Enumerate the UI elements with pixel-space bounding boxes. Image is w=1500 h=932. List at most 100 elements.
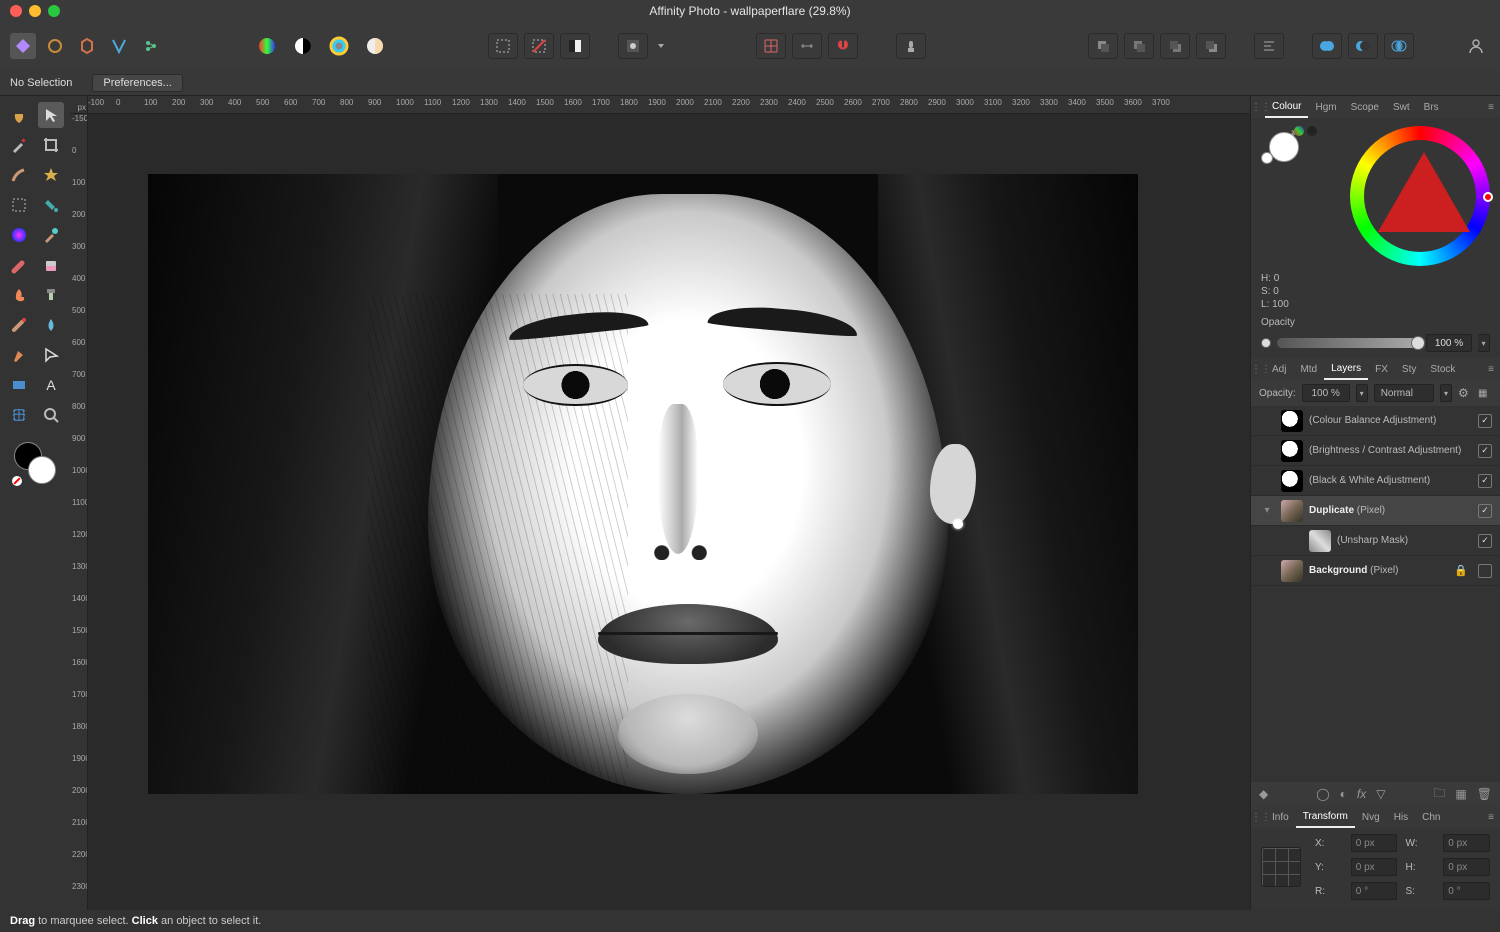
snapping-icon[interactable] [828,33,858,59]
panel-menu-icon[interactable]: ≡ [1482,364,1500,375]
tab-info[interactable]: Info [1265,806,1296,828]
text-tool[interactable]: A [38,372,64,398]
picker-chip2-icon[interactable] [1307,126,1317,136]
layer-blend-ranges-icon[interactable]: ◆ [1259,787,1268,801]
alignment-icon[interactable] [1254,33,1284,59]
assistant-icon[interactable] [896,33,926,59]
delete-layer-icon[interactable]: 🗑 [1477,787,1492,801]
mesh-warp-tool[interactable] [6,402,32,428]
deselect-icon[interactable] [524,33,554,59]
layer-row[interactable]: (Colour Balance Adjustment)✓ [1251,406,1500,436]
add-pixel-layer-icon[interactable]: ▦ [1455,787,1466,801]
pixel-brush-tool[interactable] [6,252,32,278]
layers-settings-icon[interactable]: ⚙ [1458,386,1472,400]
node-tool[interactable] [38,342,64,368]
pin-icon[interactable]: ⋮⋮ [1251,812,1265,823]
tab-adjustments[interactable]: Adj [1265,358,1293,380]
add-shapes-icon[interactable] [1312,33,1342,59]
transform-s-field[interactable]: 0 ° [1443,882,1490,900]
flood-fill-tool[interactable] [38,192,64,218]
subtract-shapes-icon[interactable] [1348,33,1378,59]
visibility-checkbox[interactable]: ✓ [1478,534,1492,548]
disclosure-icon[interactable]: ▾ [1259,505,1275,516]
tab-fx[interactable]: FX [1368,358,1395,380]
auto-white-balance-icon[interactable] [360,33,390,59]
vertical-ruler[interactable]: -150010020030040050060070080090010001100… [70,114,88,910]
layer-row[interactable]: (Unsharp Mask)✓ [1251,526,1500,556]
paint-brush-tool[interactable] [38,222,64,248]
ruler-unit[interactable]: px [70,96,88,114]
marquee-tool[interactable] [6,192,32,218]
horizontal-ruler[interactable]: -100010020030040050060070080090010001100… [88,96,1250,114]
transform-w-field[interactable]: 0 px [1443,834,1490,852]
show-pixel-selection-icon[interactable] [488,33,518,59]
canvas[interactable] [88,114,1250,910]
tab-scope[interactable]: Scope [1344,96,1386,118]
visibility-checkbox[interactable]: ✓ [1478,504,1492,518]
tab-swatches[interactable]: Swt [1386,96,1417,118]
opacity-slider[interactable] [1277,338,1420,348]
layers-opacity-value[interactable]: 100 % [1302,384,1350,402]
visibility-checkbox[interactable] [1478,564,1492,578]
lock-icon[interactable]: 🔒 [1454,564,1468,577]
tab-transform[interactable]: Transform [1296,806,1355,828]
tab-history[interactable]: His [1387,806,1415,828]
inpainting-brush-tool[interactable] [6,312,32,338]
crop-tool[interactable] [38,132,64,158]
blend-mode-select[interactable]: Normal [1374,384,1434,402]
close-window-icon[interactable] [10,5,22,17]
panel-colour-swatches[interactable]: ⇄ [1261,126,1311,172]
quick-mask-icon[interactable] [618,33,648,59]
visibility-checkbox[interactable]: ✓ [1478,414,1492,428]
selection-brush-tool[interactable] [6,162,32,188]
account-icon[interactable] [1462,32,1490,60]
tone-mapping-persona-tab[interactable] [106,33,132,59]
show-grid-icon[interactable] [756,33,786,59]
transform-h-field[interactable]: 0 px [1443,858,1490,876]
show-guides-icon[interactable] [792,33,822,59]
opacity-value[interactable]: 100 % [1426,334,1472,352]
layer-row[interactable]: (Black & White Adjustment)✓ [1251,466,1500,496]
move-forward-icon[interactable] [1124,33,1154,59]
tab-brushes[interactable]: Brs [1417,96,1446,118]
transform-y-field[interactable]: 0 px [1351,858,1398,876]
refine-selection-icon[interactable] [560,33,590,59]
document-image[interactable] [148,174,1138,794]
view-tool[interactable] [6,102,32,128]
auto-levels-icon[interactable] [252,33,282,59]
anchor-point-picker[interactable] [1261,847,1301,887]
zoom-tool[interactable] [38,402,64,428]
tab-stock[interactable]: Stock [1423,358,1462,380]
adjustment-layer-icon[interactable]: ◐ [1340,787,1347,801]
intersect-shapes-icon[interactable] [1384,33,1414,59]
preferences-button[interactable]: Preferences... [92,74,182,92]
tab-colour[interactable]: Colour [1265,96,1308,118]
picker-chip-icon[interactable] [1294,126,1304,136]
quick-mask-dropdown-icon[interactable] [654,33,668,59]
move-to-front-icon[interactable] [1088,33,1118,59]
tab-navigator[interactable]: Nvg [1355,806,1387,828]
pin-icon[interactable]: ⋮⋮ [1251,102,1265,113]
auto-contrast-icon[interactable] [288,33,318,59]
gradient-tool[interactable] [6,222,32,248]
colour-picker-tool[interactable] [6,132,32,158]
live-filter-icon[interactable]: ▽ [1376,787,1385,801]
develop-persona-tab[interactable] [74,33,100,59]
visibility-checkbox[interactable]: ✓ [1478,474,1492,488]
panel-menu-icon[interactable]: ≡ [1482,102,1500,113]
move-backward-icon[interactable] [1160,33,1190,59]
tab-metadata[interactable]: Mtd [1293,358,1324,380]
move-tool[interactable] [38,102,64,128]
minimize-window-icon[interactable] [29,5,41,17]
photo-persona-tab[interactable] [10,33,36,59]
layer-row[interactable]: ▾Duplicate (Pixel)✓ [1251,496,1500,526]
tab-histogram[interactable]: Hgm [1308,96,1343,118]
tab-layers[interactable]: Layers [1324,358,1368,380]
group-layers-icon[interactable]: 🗀 [1433,784,1445,805]
colour-swatch-pair[interactable] [14,442,56,484]
tab-channels[interactable]: Chn [1415,806,1447,828]
export-persona-tab[interactable] [138,33,164,59]
pin-icon[interactable]: ⋮⋮ [1251,364,1265,375]
layers-list[interactable]: (Colour Balance Adjustment)✓(Brightness … [1251,406,1500,782]
liquify-persona-tab[interactable] [42,33,68,59]
